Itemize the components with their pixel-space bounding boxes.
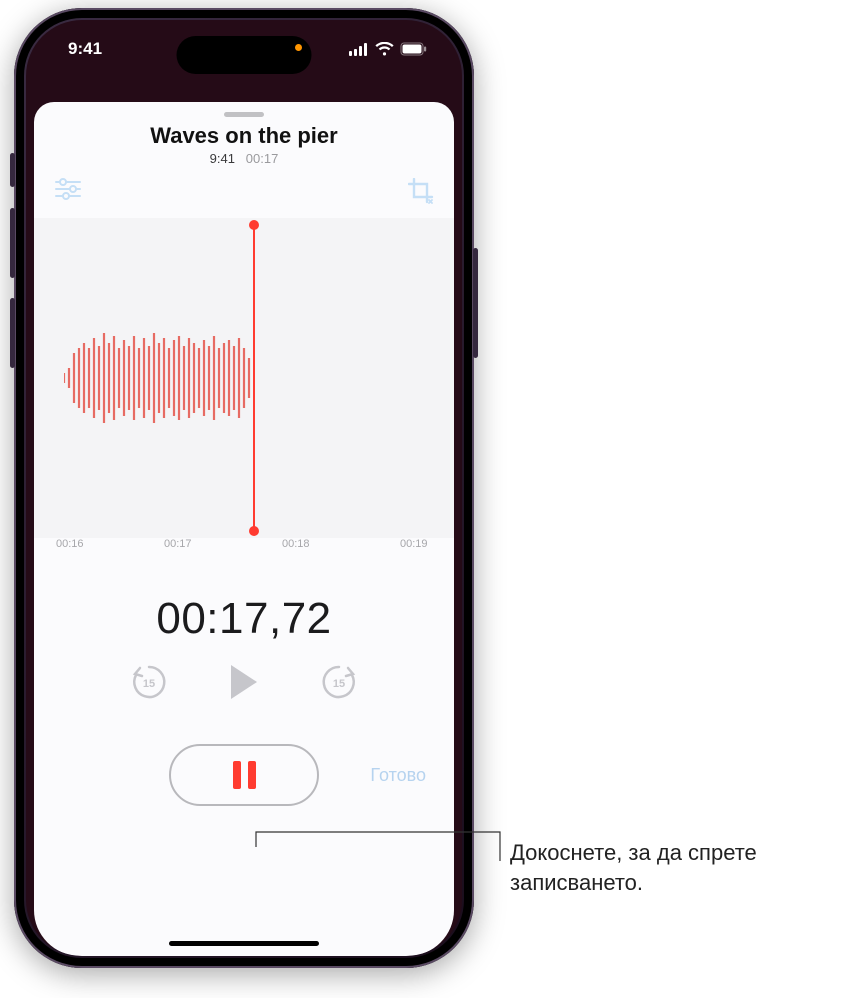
svg-text:15: 15	[143, 678, 155, 690]
status-time: 9:41	[68, 39, 102, 59]
recording-sheet: Waves on the pier 9:41 00:17	[34, 102, 454, 956]
play-icon[interactable]	[227, 663, 261, 701]
pause-record-button[interactable]	[169, 744, 319, 806]
hw-volume-up	[10, 208, 15, 278]
trim-crop-icon[interactable]	[408, 178, 434, 204]
phone-frame: 9:41 Waves on the pier 9:41 00:17	[14, 8, 474, 968]
recording-subtitle: 9:41 00:17	[34, 151, 454, 166]
ruler-tick: 00:18	[282, 538, 310, 550]
hw-silent-switch	[10, 153, 15, 187]
title-block: Waves on the pier 9:41 00:17	[34, 123, 454, 166]
time-ruler: 00:16 00:17 00:18 00:19	[34, 538, 454, 562]
settings-sliders-icon[interactable]	[54, 178, 82, 200]
tool-row	[34, 166, 454, 212]
ruler-tick: 00:19	[400, 538, 428, 550]
screen: 9:41 Waves on the pier 9:41 00:17	[26, 20, 462, 956]
waveform-icon	[64, 218, 264, 538]
mic-privacy-dot-icon	[295, 44, 302, 51]
playhead[interactable]	[253, 224, 255, 532]
battery-icon	[400, 42, 428, 56]
callout-text: Докоснете, за да спрете записването.	[510, 838, 820, 897]
ruler-tick: 00:17	[164, 538, 192, 550]
skip-back-15-icon[interactable]: 15	[129, 662, 169, 702]
bottom-row: Готово	[34, 744, 454, 806]
skip-forward-15-icon[interactable]: 15	[319, 662, 359, 702]
recording-time-of-day: 9:41	[210, 151, 235, 166]
ruler-tick: 00:16	[56, 538, 84, 550]
svg-text:15: 15	[333, 678, 345, 690]
playback-controls: 15 15	[34, 662, 454, 702]
recording-title[interactable]: Waves on the pier	[34, 123, 454, 149]
wifi-icon	[375, 42, 394, 56]
status-right-cluster	[349, 42, 428, 56]
home-indicator[interactable]	[169, 941, 319, 946]
done-button[interactable]: Готово	[370, 765, 426, 786]
sheet-grabber[interactable]	[224, 112, 264, 117]
recording-duration-short: 00:17	[246, 151, 279, 166]
hw-volume-down	[10, 298, 15, 368]
cellular-icon	[349, 43, 369, 56]
waveform-area[interactable]	[34, 218, 454, 538]
elapsed-timer: 00:17,72	[34, 594, 454, 644]
pause-icon	[233, 761, 256, 789]
hw-power	[473, 248, 478, 358]
dynamic-island	[177, 36, 312, 74]
